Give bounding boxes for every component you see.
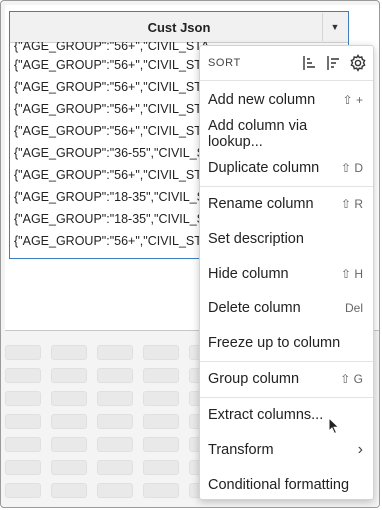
menu-item-group-column[interactable]: Group column ⇧ G [200,362,373,396]
menu-item-label: Freeze up to column [208,335,341,351]
menu-item-add-column-via-lookup[interactable]: Add column via lookup... [200,117,373,151]
shortcut-label: ⇧ + [342,93,363,107]
shortcut-label: ⇧ H [340,267,363,281]
menu-item-rename-column[interactable]: Rename column ⇧ R [200,187,373,221]
menu-item-delete-column[interactable]: Delete column Del [200,291,373,325]
menu-item-extract-columns[interactable]: Extract columns... [200,398,373,432]
menu-item-label: Delete column [208,300,301,316]
sort-section: SORT [200,46,373,81]
app-frame: Cust Json ▼ {"AGE_GROUP":"56+","CIVIL_ST… [0,0,380,508]
menu-item-set-description[interactable]: Set description [200,222,373,256]
menu-item-transform[interactable]: Transform › [200,433,373,467]
column-header[interactable]: Cust Json ▼ [10,12,348,43]
sort-label: SORT [208,57,241,69]
sort-descending-icon[interactable] [317,55,341,71]
menu-item-label: Transform [208,442,274,458]
shortcut-label: ⇧ D [340,161,363,175]
menu-item-label: Add column via lookup... [208,118,308,150]
shortcut-label: ⇧ G [340,372,363,386]
mouse-cursor-icon [328,416,340,440]
column-menu-button[interactable]: ▼ [322,13,347,41]
chevron-right-icon: › [357,441,363,458]
menu-item-label: Add new column [208,92,316,108]
gear-icon[interactable] [341,54,367,72]
shortcut-label: Del [344,301,363,315]
menu-item-label: Group column [208,371,300,387]
shortcut-label: ⇧ R [340,197,363,211]
column-context-menu: SORT Add new column ⇧ + Add column via l… [199,45,374,500]
menu-item-duplicate-column[interactable]: Duplicate column ⇧ D [200,151,373,185]
menu-item-label: Extract columns... [208,407,324,423]
menu-item-label: Set description [208,231,304,247]
column-title: Cust Json [147,19,211,35]
menu-item-hide-column[interactable]: Hide column ⇧ H [200,257,373,291]
menu-item-add-new-column[interactable]: Add new column ⇧ + [200,83,373,117]
chevron-down-icon: ▼ [330,22,340,32]
menu-item-conditional-formatting[interactable]: Conditional formatting [200,468,373,502]
menu-item-label: Conditional formatting [208,477,350,493]
menu-item-label: Rename column [208,196,314,212]
menu-item-freeze-up-to-column[interactable]: Freeze up to column [200,326,373,360]
sort-ascending-icon[interactable] [293,55,317,71]
menu-item-label: Duplicate column [208,160,320,176]
menu-item-label: Hide column [208,266,289,282]
